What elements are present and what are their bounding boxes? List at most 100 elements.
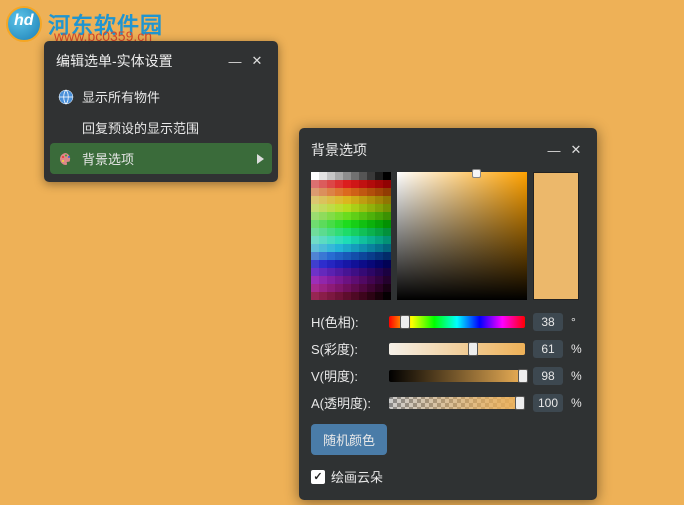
- color-swatch[interactable]: [383, 172, 391, 180]
- color-swatch[interactable]: [375, 196, 383, 204]
- color-swatch[interactable]: [351, 284, 359, 292]
- color-swatch[interactable]: [375, 252, 383, 260]
- color-swatch[interactable]: [327, 228, 335, 236]
- color-swatch[interactable]: [359, 244, 367, 252]
- color-swatch[interactable]: [359, 292, 367, 300]
- color-swatch[interactable]: [311, 252, 319, 260]
- color-swatch[interactable]: [311, 204, 319, 212]
- color-swatch[interactable]: [367, 220, 375, 228]
- color-swatch[interactable]: [327, 292, 335, 300]
- color-swatch[interactable]: [351, 220, 359, 228]
- color-swatch[interactable]: [359, 268, 367, 276]
- color-swatch[interactable]: [335, 276, 343, 284]
- color-swatch[interactable]: [335, 260, 343, 268]
- color-swatch[interactable]: [383, 204, 391, 212]
- color-swatch[interactable]: [367, 244, 375, 252]
- menu-item-bg-options[interactable]: 背景选项: [50, 143, 272, 174]
- color-swatch[interactable]: [335, 180, 343, 188]
- color-swatch[interactable]: [351, 196, 359, 204]
- color-swatch[interactable]: [327, 260, 335, 268]
- color-swatch[interactable]: [311, 220, 319, 228]
- color-swatch[interactable]: [367, 260, 375, 268]
- color-swatch[interactable]: [343, 284, 351, 292]
- color-swatch[interactable]: [311, 292, 319, 300]
- menu-item-reset-range[interactable]: 回复预设的显示范围: [50, 112, 272, 143]
- random-color-button[interactable]: 随机颜色: [311, 424, 387, 455]
- color-swatch[interactable]: [319, 292, 327, 300]
- color-swatch[interactable]: [359, 212, 367, 220]
- color-swatch[interactable]: [383, 260, 391, 268]
- color-swatch[interactable]: [327, 212, 335, 220]
- color-swatch[interactable]: [343, 172, 351, 180]
- color-swatch[interactable]: [311, 172, 319, 180]
- sv-gradient-picker[interactable]: [397, 172, 527, 300]
- color-swatch[interactable]: [359, 220, 367, 228]
- hue-slider[interactable]: [389, 316, 525, 328]
- color-swatch[interactable]: [335, 228, 343, 236]
- color-swatch[interactable]: [311, 276, 319, 284]
- color-swatch[interactable]: [351, 292, 359, 300]
- color-swatch[interactable]: [383, 252, 391, 260]
- hue-value[interactable]: 38: [533, 313, 563, 331]
- color-swatch[interactable]: [335, 244, 343, 252]
- color-swatch[interactable]: [335, 236, 343, 244]
- color-swatch[interactable]: [383, 268, 391, 276]
- color-swatch[interactable]: [335, 220, 343, 228]
- color-swatch[interactable]: [319, 180, 327, 188]
- color-swatch[interactable]: [383, 212, 391, 220]
- color-swatch[interactable]: [375, 204, 383, 212]
- color-swatch[interactable]: [375, 268, 383, 276]
- color-swatch[interactable]: [343, 276, 351, 284]
- color-swatch[interactable]: [359, 204, 367, 212]
- color-swatch[interactable]: [359, 188, 367, 196]
- color-swatch[interactable]: [367, 228, 375, 236]
- color-swatch[interactable]: [359, 252, 367, 260]
- color-swatch[interactable]: [383, 276, 391, 284]
- color-swatch[interactable]: [335, 292, 343, 300]
- color-swatch[interactable]: [367, 172, 375, 180]
- sv-cursor-icon[interactable]: [472, 169, 481, 178]
- color-swatch[interactable]: [327, 276, 335, 284]
- close-icon[interactable]: ✕: [567, 141, 585, 159]
- color-swatch[interactable]: [311, 212, 319, 220]
- color-swatch[interactable]: [375, 292, 383, 300]
- color-swatch[interactable]: [335, 268, 343, 276]
- color-swatch[interactable]: [311, 188, 319, 196]
- color-swatch[interactable]: [311, 236, 319, 244]
- color-swatch[interactable]: [359, 276, 367, 284]
- color-swatch[interactable]: [311, 228, 319, 236]
- color-swatch[interactable]: [319, 220, 327, 228]
- color-swatch[interactable]: [335, 212, 343, 220]
- color-swatch[interactable]: [359, 228, 367, 236]
- color-swatch[interactable]: [319, 172, 327, 180]
- slider-thumb[interactable]: [400, 315, 410, 329]
- color-swatch[interactable]: [367, 212, 375, 220]
- color-swatch[interactable]: [311, 196, 319, 204]
- color-swatch[interactable]: [367, 252, 375, 260]
- color-swatch[interactable]: [351, 260, 359, 268]
- color-swatch[interactable]: [327, 236, 335, 244]
- color-swatch[interactable]: [335, 204, 343, 212]
- slider-thumb[interactable]: [515, 396, 525, 410]
- color-swatch[interactable]: [383, 188, 391, 196]
- color-swatch[interactable]: [375, 220, 383, 228]
- color-swatch[interactable]: [327, 204, 335, 212]
- color-swatch[interactable]: [343, 236, 351, 244]
- color-swatch[interactable]: [335, 252, 343, 260]
- alpha-value[interactable]: 100: [533, 394, 563, 412]
- color-swatch[interactable]: [359, 236, 367, 244]
- color-swatch[interactable]: [375, 236, 383, 244]
- color-swatch[interactable]: [375, 228, 383, 236]
- color-swatch[interactable]: [327, 268, 335, 276]
- color-swatch[interactable]: [351, 172, 359, 180]
- color-swatch[interactable]: [367, 276, 375, 284]
- color-swatch[interactable]: [311, 284, 319, 292]
- color-swatch[interactable]: [351, 252, 359, 260]
- color-swatch[interactable]: [351, 228, 359, 236]
- draw-clouds-row[interactable]: ✓ 绘画云朵: [299, 459, 597, 488]
- color-swatch[interactable]: [335, 172, 343, 180]
- menu-item-show-all[interactable]: 显示所有物件: [50, 81, 272, 112]
- color-swatch[interactable]: [343, 220, 351, 228]
- color-swatch[interactable]: [367, 188, 375, 196]
- color-swatch[interactable]: [367, 204, 375, 212]
